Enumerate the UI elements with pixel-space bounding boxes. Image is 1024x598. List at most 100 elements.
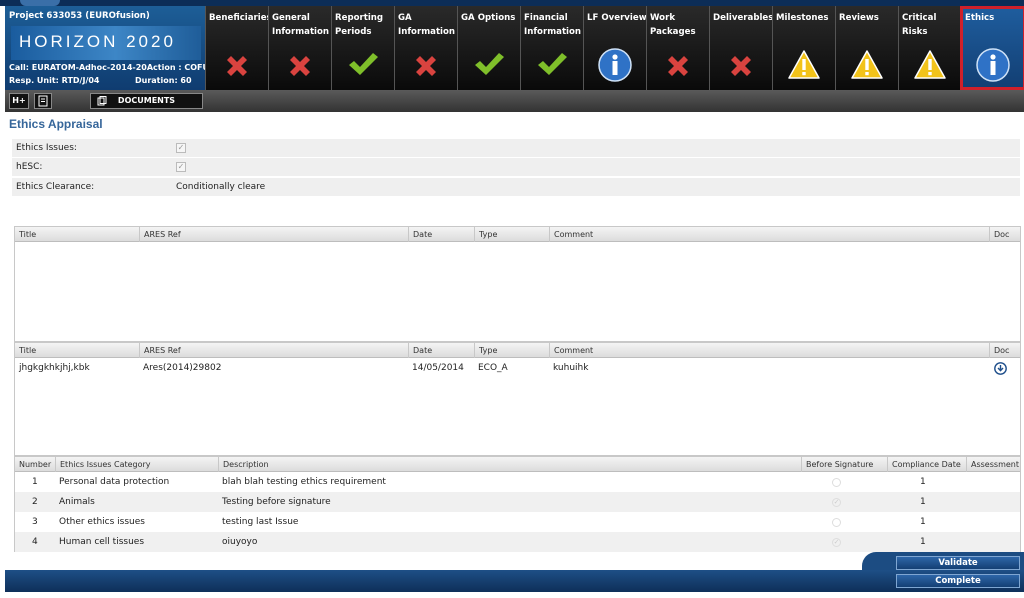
tab-reporting-periods[interactable]: Reporting Periods <box>331 6 394 90</box>
tab-critical-risks[interactable]: Critical Risks <box>898 6 961 90</box>
error-icon <box>227 56 247 76</box>
toolbar: H+ DOCUMENTS <box>5 90 1024 112</box>
hesc-label: hESC: <box>16 162 43 172</box>
hesc-checkbox[interactable]: ✓ <box>176 162 186 172</box>
tab-general-information[interactable]: General Information <box>268 6 331 90</box>
before-signature-checkbox[interactable]: ✓ <box>832 498 841 507</box>
checkmark-icon <box>349 53 378 75</box>
tab-ethics[interactable]: Ethics <box>960 6 1024 90</box>
col-type[interactable]: Type <box>474 343 497 358</box>
validate-button[interactable]: Validate <box>896 556 1020 570</box>
horizon-2020-logo: HORIZON 2020 <box>11 26 201 60</box>
documents-table-2: Title ARES Ref Date Type Comment Doc jhg… <box>14 342 1021 456</box>
tab-financial-information[interactable]: Financial Information <box>520 6 583 90</box>
ethics-issues-table: Number Ethics Issues Category Descriptio… <box>14 456 1021 552</box>
table-row[interactable]: 3 Other ethics issues testing last Issue… <box>15 512 1020 532</box>
cell-title: jhgkgkhkjhj,kbk <box>19 363 90 373</box>
info-icon <box>598 48 632 82</box>
ethics-clearance-row: Ethics Clearance: Conditionally cleare <box>12 178 1020 196</box>
col-doc[interactable]: Doc <box>989 227 1009 242</box>
complete-button[interactable]: Complete <box>896 574 1020 588</box>
col-date[interactable]: Date <box>408 227 432 242</box>
clearance-label: Ethics Clearance: <box>16 182 95 192</box>
ethics-issues-label: Ethics Issues: <box>16 143 77 153</box>
table-header: Title ARES Ref Date Type Comment Doc <box>15 227 1020 242</box>
cell-type: ECO_A <box>478 363 508 373</box>
col-title[interactable]: Title <box>15 343 36 358</box>
col-description[interactable]: Description <box>218 457 269 472</box>
call-info: Call: EURATOM-Adhoc-2014-20Action : COFU… <box>9 63 205 72</box>
tab-reviews[interactable]: Reviews <box>835 6 898 90</box>
before-signature-checkbox[interactable]: ✓ <box>832 538 841 547</box>
warning-icon <box>788 50 820 79</box>
documents-label: DOCUMENTS <box>117 96 176 105</box>
table-header: Number Ethics Issues Category Descriptio… <box>15 457 1020 472</box>
tab-ga-information[interactable]: GA Information <box>394 6 457 90</box>
cell-number: 4 <box>32 537 38 547</box>
warning-icon <box>851 50 883 79</box>
cell-category: Human cell tissues <box>59 537 145 547</box>
cell-date: 14/05/2014 <box>412 363 464 373</box>
error-icon <box>668 56 688 76</box>
project-title: Project 633053 (EUROfusion) <box>9 11 150 21</box>
table-row[interactable]: 4 Human cell tissues oiuyoyo ✓ 1 <box>15 532 1020 552</box>
table-row[interactable]: 1 Personal data protection blah blah tes… <box>15 472 1020 492</box>
documents-button[interactable]: DOCUMENTS <box>90 93 203 109</box>
before-signature-checkbox[interactable] <box>832 518 841 527</box>
checkmark-icon <box>538 53 567 75</box>
info-icon <box>976 48 1010 82</box>
table-row[interactable]: 2 Animals Testing before signature ✓ 1 <box>15 492 1020 512</box>
col-compliance-date[interactable]: Compliance Date <box>887 457 961 472</box>
before-signature-checkbox[interactable] <box>832 478 841 487</box>
tab-milestones[interactable]: Milestones <box>772 6 835 90</box>
cell-compliance-date: 1 <box>920 497 926 507</box>
table-row[interactable]: jhgkgkhkjhj,kbk Ares(2014)29802 14/05/20… <box>15 359 1020 377</box>
tab-lf-overview[interactable]: LF Overview <box>583 6 647 90</box>
page-title: Ethics Appraisal <box>9 117 103 131</box>
error-icon <box>416 56 436 76</box>
tab-ga-options[interactable]: GA Options <box>457 6 520 90</box>
col-before-signature[interactable]: Before Signature <box>801 457 873 472</box>
clearance-value: Conditionally cleare <box>176 182 266 192</box>
cell-category: Other ethics issues <box>59 517 145 527</box>
cell-category: Personal data protection <box>59 477 170 487</box>
ethics-issues-checkbox[interactable]: ✓ <box>176 143 186 153</box>
warning-icon <box>914 50 946 79</box>
document-icon-button[interactable] <box>34 93 52 109</box>
project-header: Project 633053 (EUROfusion) HORIZON 2020… <box>5 6 1024 90</box>
col-doc[interactable]: Doc <box>989 343 1009 358</box>
documents-table-1: Title ARES Ref Date Type Comment Doc <box>14 226 1021 342</box>
col-comment[interactable]: Comment <box>549 227 593 242</box>
col-title[interactable]: Title <box>15 227 36 242</box>
download-icon[interactable] <box>994 362 1007 375</box>
col-number[interactable]: Number <box>15 457 51 472</box>
cell-description: blah blah testing ethics requirement <box>222 477 386 487</box>
document-icon <box>38 95 48 107</box>
table-header: Title ARES Ref Date Type Comment Doc <box>15 343 1020 358</box>
tab-beneficiaries[interactable]: Beneficiaries <box>205 6 272 90</box>
cell-comment: kuhuihk <box>553 363 589 373</box>
cell-compliance-date: 1 <box>920 537 926 547</box>
project-info-panel: Project 633053 (EUROfusion) HORIZON 2020… <box>5 6 205 90</box>
hesc-row: hESC: ✓ <box>12 158 1020 176</box>
logo-text: HORIZON 2020 <box>19 32 176 51</box>
tab-deliverables[interactable]: Deliverables <box>709 6 773 90</box>
duration: Duration: 60 <box>135 76 192 85</box>
cell-compliance-date: 1 <box>920 477 926 487</box>
col-ares-ref[interactable]: ARES Ref <box>139 227 181 242</box>
col-assessment[interactable]: Assessment <box>966 457 1019 472</box>
col-category[interactable]: Ethics Issues Category <box>55 457 151 472</box>
col-date[interactable]: Date <box>408 343 432 358</box>
col-ares-ref[interactable]: ARES Ref <box>139 343 181 358</box>
cell-number: 1 <box>32 477 38 487</box>
documents-icon <box>97 96 107 106</box>
error-icon <box>290 56 310 76</box>
col-comment[interactable]: Comment <box>549 343 593 358</box>
cell-ares-ref: Ares(2014)29802 <box>143 363 222 373</box>
cell-number: 2 <box>32 497 38 507</box>
col-type[interactable]: Type <box>474 227 497 242</box>
cell-number: 3 <box>32 517 38 527</box>
h-plus-button[interactable]: H+ <box>9 93 29 109</box>
tab-work-packages[interactable]: Work Packages <box>646 6 709 90</box>
cell-category: Animals <box>59 497 95 507</box>
